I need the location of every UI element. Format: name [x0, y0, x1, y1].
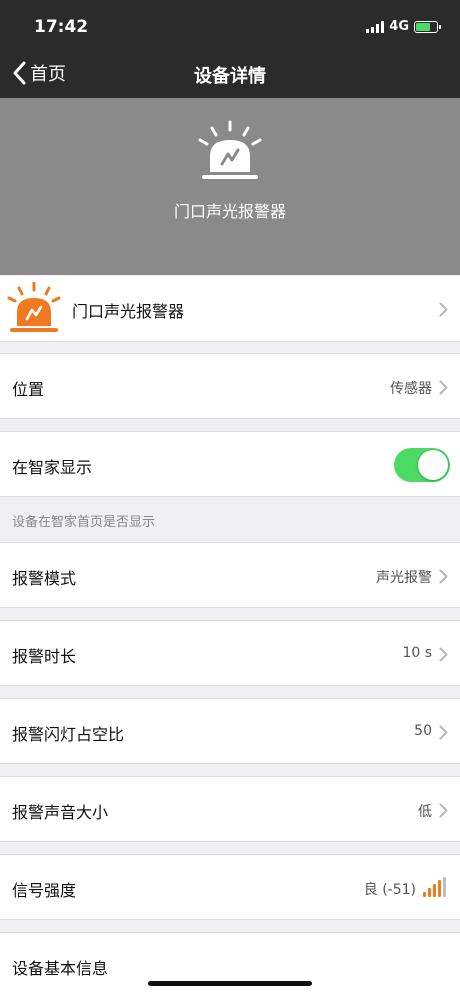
- flash-duty-label: 报警闪灯占空比: [12, 725, 125, 744]
- chevron-right-icon: [439, 302, 448, 317]
- alarm-volume-row[interactable]: 报警声音大小 低: [0, 776, 460, 842]
- show-home-row: 在智家显示: [0, 431, 460, 497]
- chevron-right-icon: [439, 380, 448, 395]
- chevron-right-icon: [439, 569, 448, 584]
- chevron-right-icon: [439, 647, 448, 662]
- alarm-duration-value: 10 s: [402, 645, 432, 661]
- flash-duty-row[interactable]: 报警闪灯占空比 50: [0, 698, 460, 764]
- alarm-mode-value: 声光报警: [376, 570, 432, 586]
- device-hero: 门口声光报警器: [0, 98, 460, 275]
- status-bar: 17:42 4G: [0, 0, 460, 50]
- location-row[interactable]: 位置 传感器: [0, 353, 460, 419]
- basic-info-row[interactable]: 设备基本信息: [0, 932, 460, 996]
- location-label: 位置: [12, 380, 45, 399]
- home-indicator: [148, 981, 312, 986]
- hero-device-name: 门口声光报警器: [173, 202, 286, 221]
- location-value: 传感器: [390, 381, 432, 397]
- status-time: 17:42: [34, 17, 89, 37]
- chevron-right-icon: [439, 803, 448, 818]
- chevron-right-icon: [439, 725, 448, 740]
- battery-icon: [414, 20, 441, 33]
- basic-info-label: 设备基本信息: [12, 959, 109, 978]
- page-title: 设备详情: [194, 66, 266, 87]
- alarm-mode-label: 报警模式: [12, 569, 77, 588]
- network-type: 4G: [389, 19, 409, 34]
- alarm-volume-value: 低: [418, 804, 432, 820]
- alarm-siren-icon: [198, 120, 262, 179]
- signal-strength-label: 信号强度: [12, 881, 77, 900]
- alarm-duration-row[interactable]: 报警时长 10 s: [0, 620, 460, 686]
- show-home-toggle[interactable]: [394, 448, 450, 482]
- alarm-mode-row[interactable]: 报警模式 声光报警: [0, 542, 460, 608]
- show-home-hint: 设备在智家首页是否显示: [12, 515, 156, 530]
- signal-strength-icon: [423, 877, 446, 897]
- signal-strength-value: 良 (-51): [363, 882, 416, 898]
- navigation-bar: 首页 设备详情: [0, 50, 460, 98]
- alarm-volume-label: 报警声音大小: [12, 803, 109, 822]
- cellular-signal-icon: [366, 20, 385, 33]
- alarm-duration-label: 报警时长: [12, 647, 77, 666]
- toggle-knob: [418, 450, 448, 480]
- show-home-label: 在智家显示: [12, 458, 93, 477]
- flash-duty-value: 50: [414, 723, 432, 739]
- device-name-label: 门口声光报警器: [72, 302, 185, 321]
- signal-strength-row: 信号强度 良 (-51): [0, 854, 460, 920]
- status-indicators: 4G: [366, 19, 441, 34]
- device-name-row[interactable]: 门口声光报警器: [0, 276, 460, 342]
- alarm-siren-icon: [7, 282, 61, 332]
